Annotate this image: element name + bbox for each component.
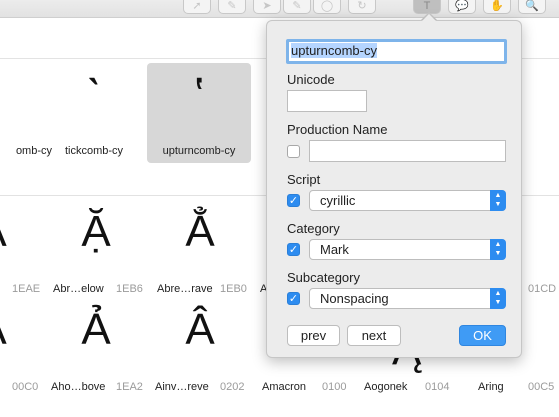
subcategory-label: Subcategory: [287, 270, 360, 285]
glyph-unicode: 00C0: [12, 381, 39, 393]
category-select[interactable]: Mark ▲ ▼: [309, 239, 506, 260]
pen-tool-icon[interactable]: ✎: [218, 0, 246, 14]
unicode-label: Unicode: [287, 72, 335, 87]
glyph-name: Abre…rave: [157, 283, 213, 295]
chevron-updown-icon: ▲ ▼: [490, 190, 506, 211]
select-tool-icon[interactable]: ➚: [183, 0, 211, 14]
production-name-field[interactable]: [309, 140, 506, 162]
glyph-preview: Ậ: [0, 202, 44, 262]
pencil-tool-icon[interactable]: ✎: [283, 0, 311, 14]
glyph-name-value: upturncomb-cy: [291, 43, 377, 58]
rotate-tool-icon[interactable]: ↻: [348, 0, 376, 14]
production-name-checkbox[interactable]: [287, 145, 300, 158]
glyph-name: Aogonek: [364, 381, 408, 393]
glyph-name: Aring: [478, 381, 504, 393]
unicode-field[interactable]: [287, 90, 367, 112]
glyph-unicode: 0104: [425, 381, 450, 393]
production-name-label: Production Name: [287, 122, 388, 137]
chevron-updown-icon: ▲ ▼: [490, 239, 506, 260]
zoom-tool-icon[interactable]: 🔍: [518, 0, 546, 14]
category-value: Mark: [320, 242, 349, 257]
script-checkbox[interactable]: ✓: [287, 194, 300, 207]
glyph-preview: Ẳ: [185, 207, 215, 256]
subcategory-value: Nonspacing: [320, 291, 389, 306]
glyph-name-field[interactable]: upturncomb-cy: [286, 39, 507, 64]
category-checkbox[interactable]: ✓: [287, 243, 300, 256]
glyph-name: tickcomb-cy: [64, 145, 124, 157]
glyph-preview: Â: [185, 305, 215, 354]
chevron-updown-icon: ▲ ▼: [490, 288, 506, 309]
glyph-info-popover: upturncomb-cy Unicode Production Name Sc…: [266, 20, 522, 358]
glyph-cell-selected[interactable]: ʽ upturncomb-cy: [147, 63, 251, 163]
script-label: Script: [287, 172, 321, 187]
glyph-preview: Ặ: [81, 207, 111, 256]
glyph-name: Ainv…reve: [155, 381, 209, 393]
glyph-name: Abr…elow: [53, 283, 104, 295]
toolbar: ➚ ✎ ➤ ✎ ◯ ↻ T 💬 ✋ 🔍: [0, 0, 559, 18]
shape-tool-icon[interactable]: ◯: [313, 0, 341, 14]
glyph-preview: Ả: [81, 305, 111, 354]
script-value: cyrillic: [320, 193, 356, 208]
glyph-unicode: 1EB6: [116, 283, 143, 295]
glyph-unicode: 01CD: [528, 283, 557, 295]
glyph-unicode: 00C5: [528, 381, 555, 393]
draw-tool-icon[interactable]: ➤: [253, 0, 281, 14]
annotation-tool-icon[interactable]: 💬: [448, 0, 476, 14]
glyph-unicode: 1EB0: [220, 283, 247, 295]
glyph-unicode: 1EAE: [12, 283, 41, 295]
popover-arrow-fill: [421, 14, 437, 22]
glyph-name: Amacron: [262, 381, 307, 393]
prev-button[interactable]: prev: [287, 325, 340, 346]
ok-button[interactable]: OK: [459, 325, 506, 346]
glyph-unicode: 0100: [322, 381, 347, 393]
glyph-name: Aho…bove: [51, 381, 106, 393]
glyph-unicode: 0202: [220, 381, 245, 393]
glyph-cell[interactable]: ˋ tickcomb-cy: [42, 63, 146, 163]
next-button[interactable]: next: [347, 325, 401, 346]
script-select[interactable]: cyrillic ▲ ▼: [309, 190, 506, 211]
hand-tool-icon[interactable]: ✋: [483, 0, 511, 14]
category-label: Category: [287, 221, 340, 236]
glyph-unicode: 1EA2: [116, 381, 143, 393]
glyph-preview: Ả: [0, 300, 44, 360]
subcategory-checkbox[interactable]: ✓: [287, 292, 300, 305]
glyph-preview: ˋ: [85, 69, 103, 125]
glyph-name: upturncomb-cy: [162, 145, 236, 157]
subcategory-select[interactable]: Nonspacing ▲ ▼: [309, 288, 506, 309]
glyph-preview: ʽ: [193, 69, 205, 125]
